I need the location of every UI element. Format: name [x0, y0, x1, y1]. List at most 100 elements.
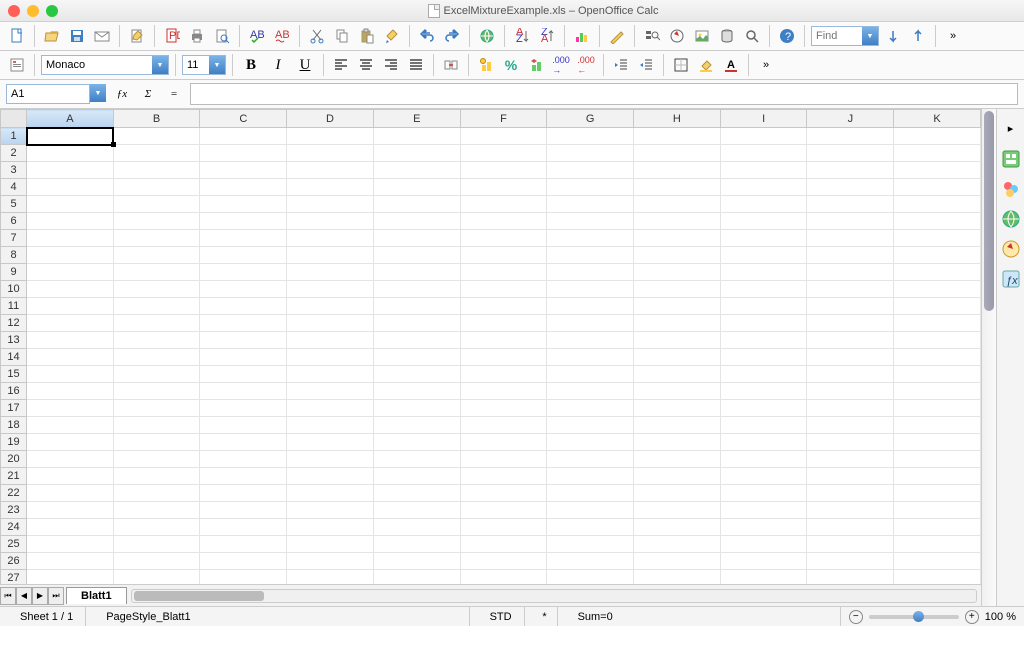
cell-J11[interactable] — [807, 298, 894, 315]
cell-A18[interactable] — [27, 417, 114, 434]
cell-E15[interactable] — [373, 366, 460, 383]
cell-J20[interactable] — [807, 451, 894, 468]
cell-H10[interactable] — [634, 281, 721, 298]
cell-B1[interactable] — [113, 128, 200, 145]
column-header-F[interactable]: F — [460, 110, 547, 128]
cell-J24[interactable] — [807, 519, 894, 536]
cell-B7[interactable] — [113, 230, 200, 247]
tab-first-button[interactable]: ⏮ — [0, 587, 16, 605]
font-name-input[interactable] — [42, 59, 152, 71]
cell-A7[interactable] — [27, 230, 114, 247]
undo-button[interactable] — [416, 25, 438, 47]
cell-I6[interactable] — [720, 213, 807, 230]
cell-I19[interactable] — [720, 434, 807, 451]
row-header-4[interactable]: 4 — [1, 179, 27, 196]
delete-decimal-button[interactable]: .000← — [575, 54, 597, 76]
row-header-22[interactable]: 22 — [1, 485, 27, 502]
cell-J22[interactable] — [807, 485, 894, 502]
cell-H20[interactable] — [634, 451, 721, 468]
cell-D4[interactable] — [287, 179, 374, 196]
column-header-K[interactable]: K — [894, 110, 981, 128]
font-name-arrow[interactable]: ▼ — [152, 56, 168, 74]
cell-G23[interactable] — [547, 502, 634, 519]
sort-asc-button[interactable]: AZ — [511, 25, 533, 47]
cell-C3[interactable] — [200, 162, 287, 179]
zoom-in-button[interactable]: + — [965, 610, 979, 624]
cell-K14[interactable] — [894, 349, 981, 366]
cell-A5[interactable] — [27, 196, 114, 213]
cell-F12[interactable] — [460, 315, 547, 332]
column-header-B[interactable]: B — [113, 110, 200, 128]
cell-B6[interactable] — [113, 213, 200, 230]
cell-A20[interactable] — [27, 451, 114, 468]
cell-C14[interactable] — [200, 349, 287, 366]
cell-I21[interactable] — [720, 468, 807, 485]
cell-B8[interactable] — [113, 247, 200, 264]
gallery-panel-icon[interactable] — [1001, 209, 1021, 229]
cell-E25[interactable] — [373, 536, 460, 553]
cell-A4[interactable] — [27, 179, 114, 196]
cell-D9[interactable] — [287, 264, 374, 281]
cell-K24[interactable] — [894, 519, 981, 536]
insert-chart-button[interactable] — [571, 25, 593, 47]
cell-B14[interactable] — [113, 349, 200, 366]
cell-H1[interactable] — [634, 128, 721, 145]
cell-G15[interactable] — [547, 366, 634, 383]
cell-K6[interactable] — [894, 213, 981, 230]
cell-H9[interactable] — [634, 264, 721, 281]
cell-I5[interactable] — [720, 196, 807, 213]
cell-J17[interactable] — [807, 400, 894, 417]
cell-I13[interactable] — [720, 332, 807, 349]
cell-J10[interactable] — [807, 281, 894, 298]
column-header-C[interactable]: C — [200, 110, 287, 128]
cell-D13[interactable] — [287, 332, 374, 349]
row-header-7[interactable]: 7 — [1, 230, 27, 247]
column-header-A[interactable]: A — [27, 110, 114, 128]
cell-F3[interactable] — [460, 162, 547, 179]
merge-cells-button[interactable] — [440, 54, 462, 76]
cell-G24[interactable] — [547, 519, 634, 536]
cell-D27[interactable] — [287, 570, 374, 585]
number-standard-button[interactable] — [525, 54, 547, 76]
cell-I8[interactable] — [720, 247, 807, 264]
row-header-26[interactable]: 26 — [1, 553, 27, 570]
export-pdf-button[interactable]: PDF — [161, 25, 183, 47]
cell-E9[interactable] — [373, 264, 460, 281]
cell-E17[interactable] — [373, 400, 460, 417]
cell-B24[interactable] — [113, 519, 200, 536]
cell-E12[interactable] — [373, 315, 460, 332]
status-pagestyle[interactable]: PageStyle_Blatt1 — [94, 607, 469, 626]
cell-C10[interactable] — [200, 281, 287, 298]
column-header-I[interactable]: I — [720, 110, 807, 128]
vertical-scrollbar[interactable] — [981, 109, 996, 606]
cell-D21[interactable] — [287, 468, 374, 485]
cell-A11[interactable] — [27, 298, 114, 315]
italic-button[interactable]: I — [266, 54, 290, 76]
background-color-button[interactable] — [695, 54, 717, 76]
cell-E23[interactable] — [373, 502, 460, 519]
cell-H4[interactable] — [634, 179, 721, 196]
cell-G26[interactable] — [547, 553, 634, 570]
cell-K22[interactable] — [894, 485, 981, 502]
cell-C21[interactable] — [200, 468, 287, 485]
cell-F7[interactable] — [460, 230, 547, 247]
row-header-21[interactable]: 21 — [1, 468, 27, 485]
cell-G14[interactable] — [547, 349, 634, 366]
cell-D19[interactable] — [287, 434, 374, 451]
add-decimal-button[interactable]: .000→ — [550, 54, 572, 76]
cell-F4[interactable] — [460, 179, 547, 196]
row-header-14[interactable]: 14 — [1, 349, 27, 366]
cell-G2[interactable] — [547, 145, 634, 162]
cell-K3[interactable] — [894, 162, 981, 179]
cell-F5[interactable] — [460, 196, 547, 213]
cell-K17[interactable] — [894, 400, 981, 417]
cell-A22[interactable] — [27, 485, 114, 502]
status-sum[interactable]: Sum=0 — [566, 607, 841, 626]
cell-A21[interactable] — [27, 468, 114, 485]
cell-G1[interactable] — [547, 128, 634, 145]
cell-G5[interactable] — [547, 196, 634, 213]
cell-D24[interactable] — [287, 519, 374, 536]
help-button[interactable]: ? — [776, 25, 798, 47]
save-button[interactable] — [66, 25, 88, 47]
cell-H12[interactable] — [634, 315, 721, 332]
